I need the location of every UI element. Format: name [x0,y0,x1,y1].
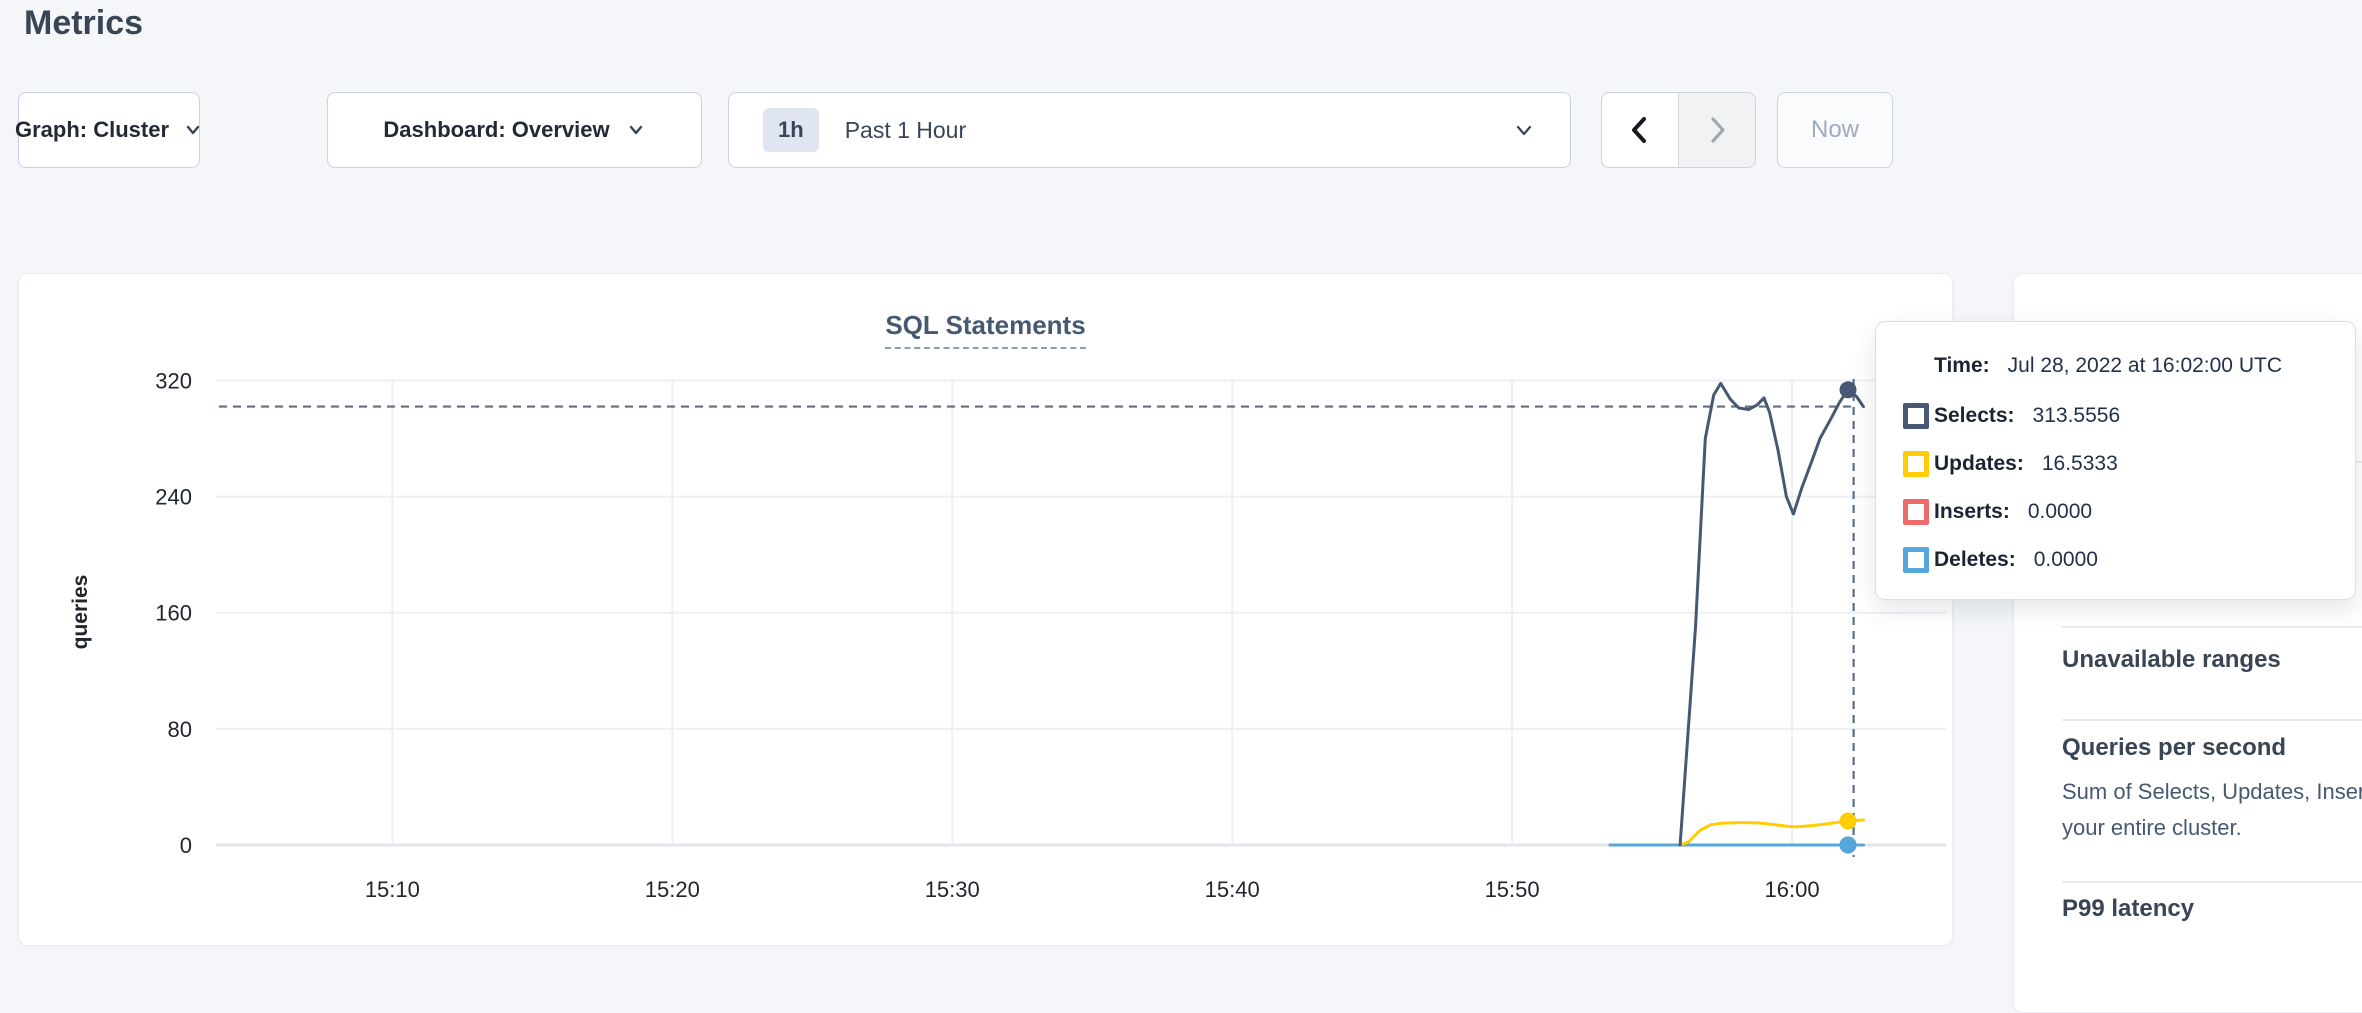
graph-selector-label: Graph: Cluster [15,117,169,143]
hover-dot-updates [1840,812,1857,829]
time-range-dropdown[interactable]: 1h Past 1 Hour [728,92,1571,168]
now-button[interactable]: Now [1777,92,1893,168]
tooltip-time-label: Time: [1934,354,1990,378]
tooltip-row-inserts: Inserts: 0.0000 [1934,498,2355,525]
y-axis-label: queries [69,575,92,650]
chart-hover-tooltip: Time: Jul 28, 2022 at 16:02:00 UTC Selec… [1875,321,2356,600]
metrics-page: { "page_title": "Metrics", "toolbar": { … [0,0,2362,966]
chevron-left-icon [1626,112,1654,148]
x-axis-tick-label: 16:00 [1765,877,1820,902]
chart-title-link[interactable]: SQL Statements [885,310,1085,349]
dashboard-selector-dropdown[interactable]: Dashboard: Overview [327,92,702,168]
x-axis-tick-label: 15:20 [645,877,700,902]
chevron-down-icon [626,120,646,140]
prev-window-button[interactable] [1602,93,1678,167]
sql-statements-chart-card: SQL Statements 0 80 160 240 320 15:10 15:20 15:… [18,273,1953,946]
chevron-right-icon [1703,112,1731,148]
series-line-selects [1680,383,1863,845]
updates-swatch-icon [1903,451,1929,477]
y-axis-tick-label: 240 [155,485,192,510]
y-axis-tick-label: 320 [155,368,192,393]
next-window-button[interactable] [1678,93,1755,167]
x-axis-tick-label: 15:30 [925,877,980,902]
tooltip-series-label: Selects: [1934,404,2015,428]
sidebar-heading-p99-latency: P99 latency [2062,895,2194,923]
sidebar-divider [2062,626,2362,628]
chart-title: SQL Statements [19,310,1952,341]
sidebar-heading-queries-per-second: Queries per second [2062,734,2286,762]
sidebar-heading-unavailable-ranges: Unavailable ranges [2062,646,2281,674]
time-range-badge: 1h [763,108,819,152]
tooltip-time-row: Time: Jul 28, 2022 at 16:02:00 UTC [1934,354,2355,378]
tooltip-series-label: Inserts: [1934,500,2010,524]
sidebar-description-line: your entire cluster. [2062,815,2242,841]
tooltip-series-value: 0.0000 [2034,548,2098,572]
tooltip-series-value: 16.5333 [2042,452,2118,476]
sql-statements-chart[interactable]: 0 80 160 240 320 15:10 15:20 15:30 15:40 15:50 16:… [19,274,1951,944]
tooltip-row-updates: Updates: 16.5333 [1934,450,2355,477]
sidebar-divider [2062,881,2362,883]
x-axis-tick-label: 15:50 [1485,877,1540,902]
chevron-down-icon [1512,118,1536,142]
inserts-swatch-icon [1903,499,1929,525]
tooltip-series-label: Deletes: [1934,548,2016,572]
now-button-label: Now [1811,116,1859,144]
tooltip-row-deletes: Deletes: 0.0000 [1934,546,2355,573]
x-axis-tick-label: 15:40 [1205,877,1260,902]
tooltip-row-selects: Selects: 313.5556 [1934,402,2355,429]
hover-dot-selects [1840,381,1857,398]
selects-swatch-icon [1903,403,1929,429]
time-range-label: Past 1 Hour [845,117,1486,144]
chevron-down-icon [183,120,203,140]
hover-dot-deletes [1840,837,1857,854]
y-axis-tick-label: 0 [180,833,192,858]
page-title: Metrics [24,4,143,43]
y-axis-tick-label: 160 [155,601,192,626]
tooltip-series-value: 313.5556 [2033,404,2121,428]
graph-selector-dropdown[interactable]: Graph: Cluster [18,92,200,168]
sidebar-divider [2062,719,2362,721]
tooltip-series-value: 0.0000 [2028,500,2092,524]
dashboard-selector-label: Dashboard: Overview [383,117,609,143]
x-axis-tick-label: 15:10 [365,877,420,902]
tooltip-time-value: Jul 28, 2022 at 16:02:00 UTC [2008,354,2282,378]
sidebar-description-line: Sum of Selects, Updates, Inser [2062,779,2362,805]
deletes-swatch-icon [1903,547,1929,573]
series-line-updates [1680,820,1863,845]
time-window-nav [1601,92,1756,168]
tooltip-series-label: Updates: [1934,452,2024,476]
y-axis-tick-label: 80 [168,717,192,742]
